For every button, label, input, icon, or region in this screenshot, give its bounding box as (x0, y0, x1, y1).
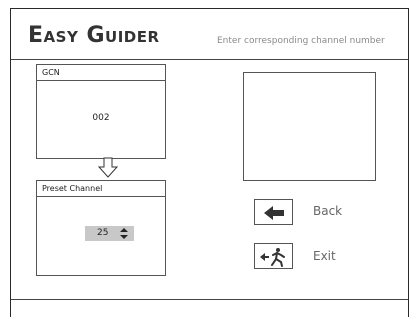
arrow-left-icon (264, 206, 284, 220)
preset-channel-spinner[interactable]: 25 (85, 226, 134, 241)
footer-divider (11, 299, 408, 300)
preset-channel-panel: Preset Channel 25 (36, 180, 166, 276)
arrow-down-icon (98, 157, 118, 178)
exit-running-man-icon (260, 248, 285, 267)
back-label[interactable]: Back (313, 204, 342, 218)
preset-channel-value: 25 (97, 228, 109, 238)
preset-channel-title: Preset Channel (37, 181, 165, 197)
app-logo: Easy Guider (28, 23, 160, 48)
gcn-value: 002 (92, 113, 110, 123)
up-down-spinner-icon[interactable] (120, 228, 128, 239)
exit-button[interactable] (254, 243, 293, 269)
channel-preview-window (243, 72, 376, 181)
header: Easy Guider Enter corresponding channel … (11, 9, 408, 60)
exit-label[interactable]: Exit (313, 249, 336, 263)
back-button[interactable] (254, 199, 293, 225)
gcn-panel-title: GCN (37, 65, 165, 81)
instruction-text: Enter corresponding channel number (217, 36, 385, 46)
gcn-panel: GCN 002 (36, 64, 166, 159)
